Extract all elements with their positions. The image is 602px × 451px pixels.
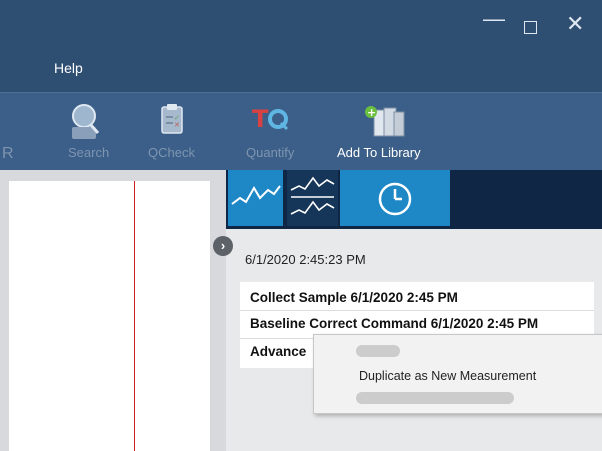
- clipped-toolbar-label: R: [2, 145, 14, 162]
- blurred-menu-item[interactable]: [356, 392, 514, 404]
- cursor-line[interactable]: [134, 181, 135, 451]
- svg-text:T: T: [252, 105, 269, 133]
- history-item[interactable]: Baseline Correct Command 6/1/2020 2:45 P…: [250, 316, 538, 331]
- add-library-icon: +: [365, 106, 405, 137]
- toolbar: R Search ✓ ✕ QCheck T Quantify + Add To …: [0, 92, 602, 171]
- svg-text:✕: ✕: [174, 121, 180, 129]
- stacked-spectra-icon: [290, 176, 335, 215]
- svg-text:+: +: [367, 106, 376, 119]
- measurement-timestamp: 6/1/2020 2:45:23 PM: [245, 252, 366, 267]
- divider: [240, 310, 594, 311]
- duplicate-as-new-measurement-item[interactable]: Duplicate as New Measurement: [359, 369, 536, 383]
- maximize-button[interactable]: [524, 21, 537, 34]
- stacked-view-tab[interactable]: [287, 170, 338, 226]
- spectrum-view-icon: [231, 185, 281, 205]
- expand-arrow-icon[interactable]: ›: [213, 236, 233, 256]
- minimize-button[interactable]: —: [483, 6, 505, 32]
- quantify-icon: T: [252, 105, 289, 133]
- history-view-tab[interactable]: [340, 170, 450, 226]
- blurred-menu-item[interactable]: [356, 345, 400, 357]
- spectrum-plot[interactable]: [9, 181, 210, 451]
- context-menu: Duplicate as New Measurement: [313, 334, 602, 414]
- history-item[interactable]: Collect Sample 6/1/2020 2:45 PM: [250, 290, 458, 305]
- history-clock-icon: [378, 182, 412, 216]
- spectrum-view-tab[interactable]: [228, 170, 283, 226]
- history-item[interactable]: Advance: [250, 344, 306, 359]
- title-bar: [0, 0, 602, 92]
- menu-help[interactable]: Help: [54, 60, 83, 76]
- search-icon: [72, 104, 100, 139]
- close-button[interactable]: ✕: [566, 13, 584, 35]
- qcheck-icon: ✓ ✕: [161, 104, 183, 134]
